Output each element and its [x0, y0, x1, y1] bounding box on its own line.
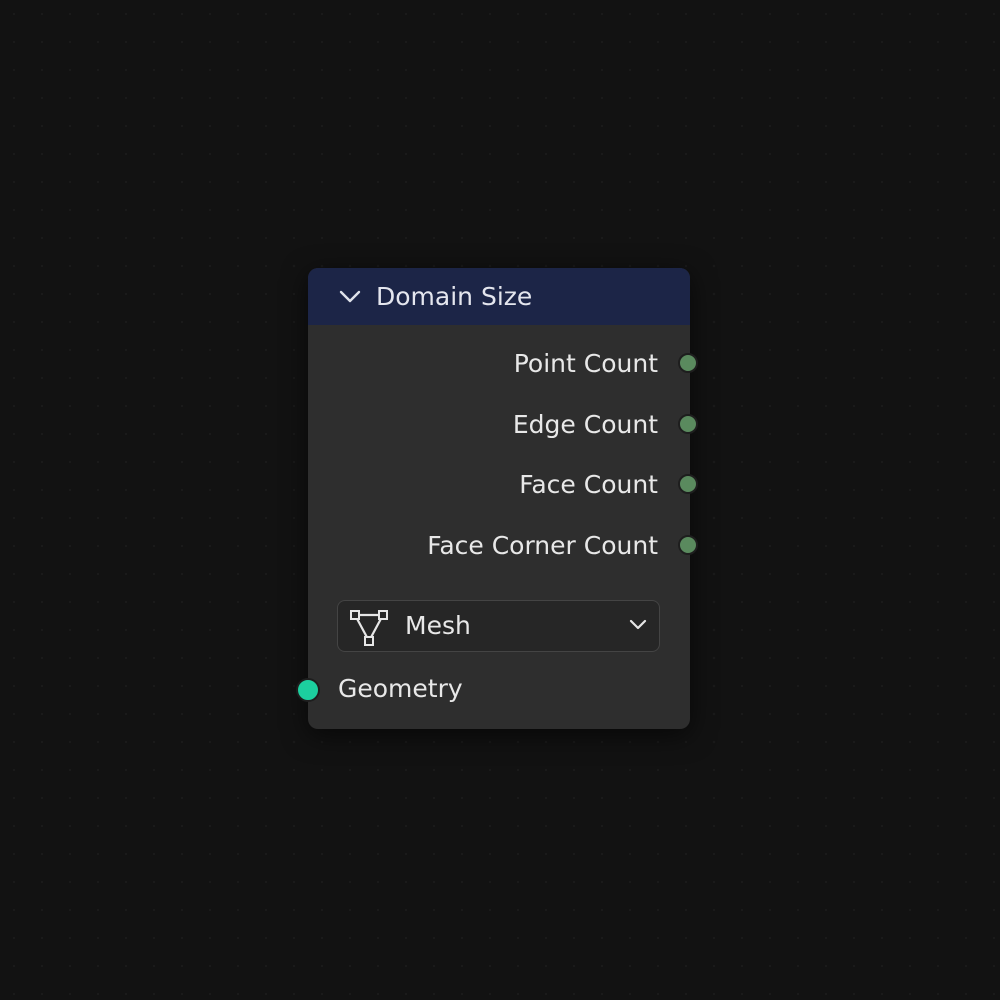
input-row-geometry: Geometry: [296, 668, 690, 710]
node-editor-canvas[interactable]: Domain Size Point Count Edge Count Face …: [0, 0, 1000, 1000]
output-row-face-count: Face Count: [308, 465, 698, 505]
input-socket[interactable]: [296, 678, 320, 702]
output-label: Edge Count: [512, 410, 658, 439]
output-label: Face Corner Count: [427, 531, 658, 560]
domain-size-node[interactable]: Domain Size Point Count Edge Count Face …: [296, 268, 698, 729]
output-label: Point Count: [513, 349, 658, 378]
chevron-down-icon: [629, 619, 647, 630]
output-socket[interactable]: [678, 414, 698, 434]
output-row-face-corner-count: Face Corner Count: [308, 526, 698, 566]
mesh-icon: [350, 610, 388, 646]
output-row-point-count: Point Count: [308, 344, 698, 384]
chevron-down-icon[interactable]: [338, 286, 362, 306]
output-label: Face Count: [519, 470, 658, 499]
output-socket[interactable]: [678, 535, 698, 555]
node-title: Domain Size: [376, 282, 533, 311]
input-label: Geometry: [338, 674, 463, 703]
component-dropdown[interactable]: Mesh: [337, 600, 660, 652]
output-socket[interactable]: [678, 474, 698, 494]
node-header[interactable]: Domain Size: [308, 268, 690, 325]
dropdown-value: Mesh: [405, 611, 471, 640]
output-socket[interactable]: [678, 353, 698, 373]
output-row-edge-count: Edge Count: [308, 405, 698, 445]
